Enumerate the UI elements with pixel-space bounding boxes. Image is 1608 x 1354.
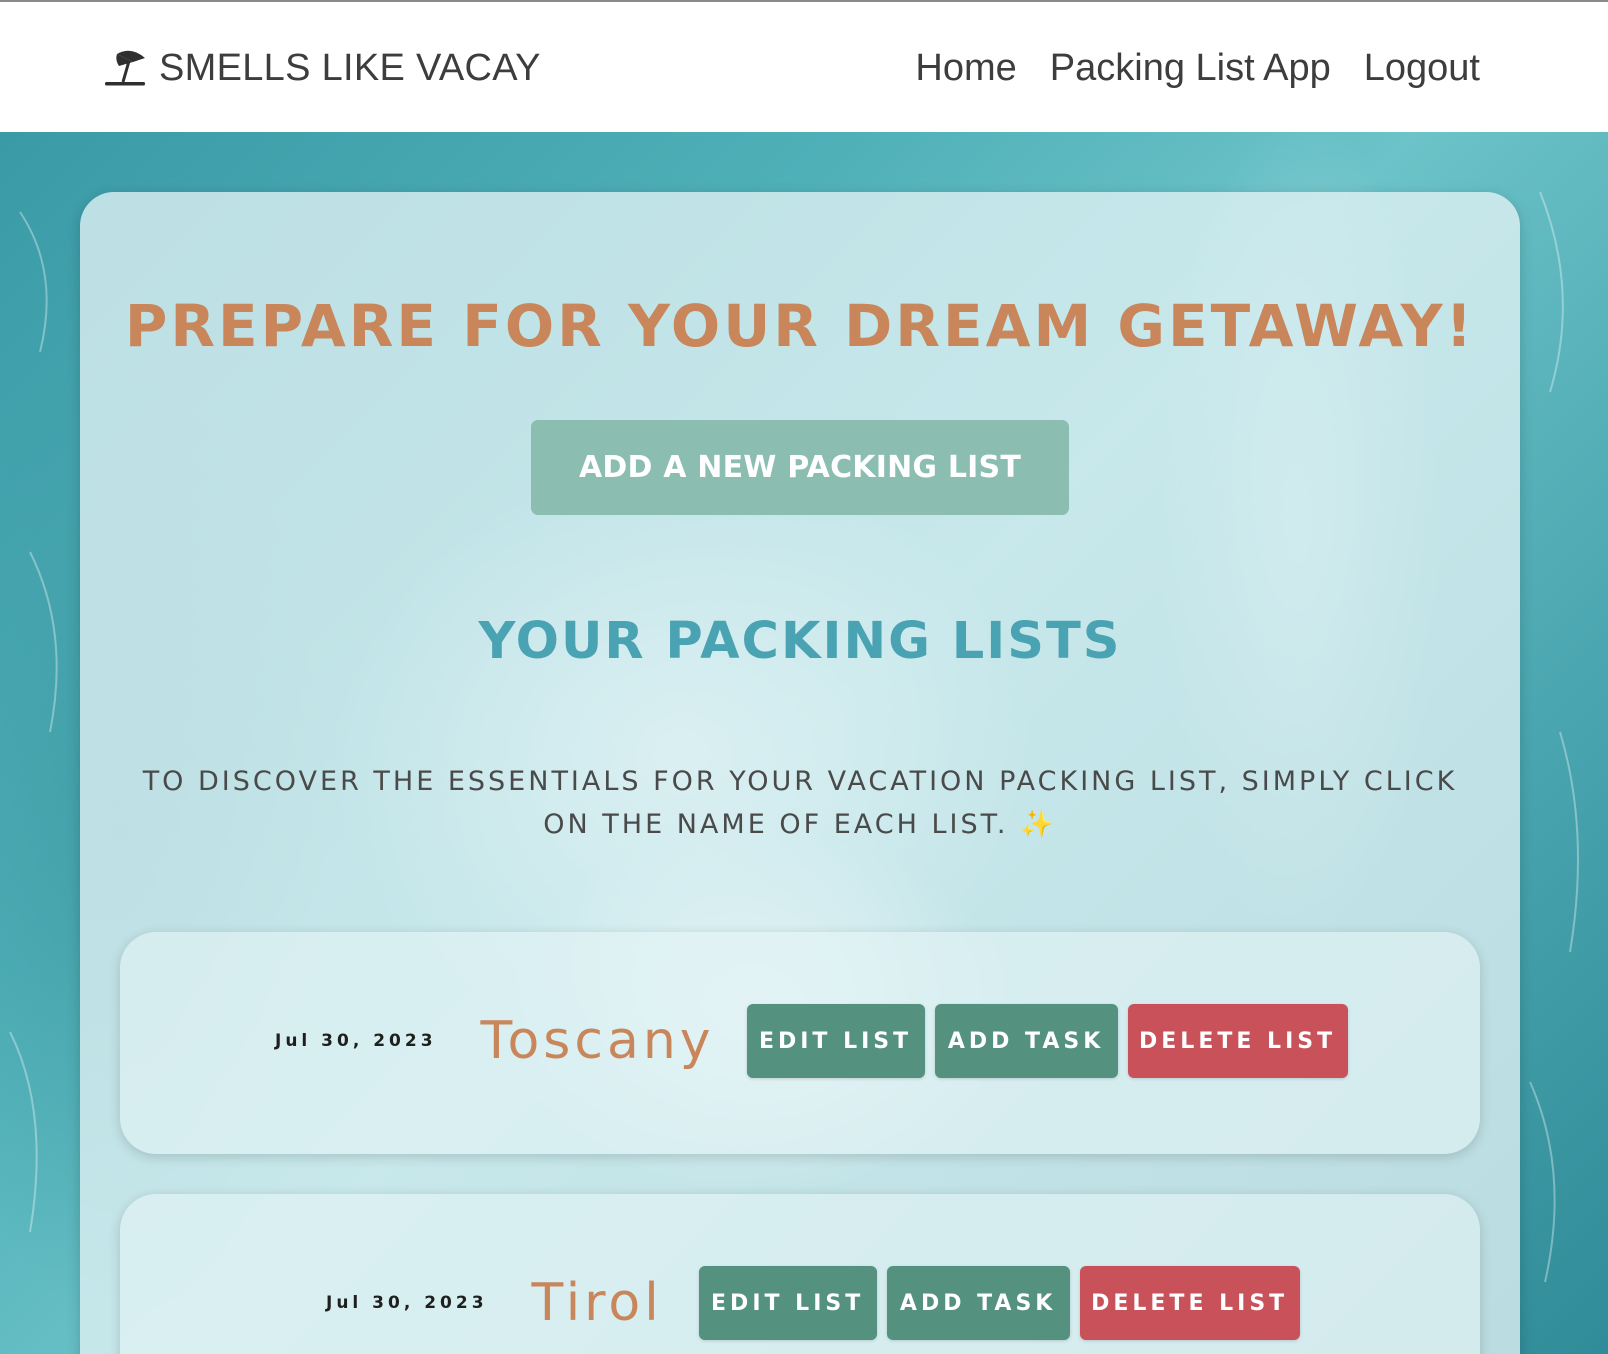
list-card: Jul 30, 2023 Tirol EDIT LIST ADD TASK DE… xyxy=(120,1194,1480,1354)
navbar: SMELLS LIKE VACAY Home Packing List App … xyxy=(0,2,1608,132)
nav-logout-link[interactable]: Logout xyxy=(1364,47,1480,90)
edit-list-button[interactable]: EDIT LIST xyxy=(746,1004,925,1078)
delete-list-button[interactable]: DELETE LIST xyxy=(1127,1004,1348,1078)
list-name-link[interactable]: Toscany xyxy=(481,1011,715,1071)
page-title: PREPARE FOR YOUR DREAM GETAWAY! xyxy=(124,292,1476,360)
beach-umbrella-icon xyxy=(105,50,145,86)
delete-list-button[interactable]: DELETE LIST xyxy=(1079,1266,1300,1340)
list-date: Jul 30, 2023 xyxy=(326,1293,488,1313)
add-task-button[interactable]: ADD TASK xyxy=(934,1004,1118,1078)
instructions-text: TO DISCOVER THE ESSENTIALS FOR YOUR VACA… xyxy=(142,766,1458,840)
nav-packing-list-app-link[interactable]: Packing List App xyxy=(1050,47,1331,90)
section-title: YOUR PACKING LISTS xyxy=(478,612,1122,671)
nav-links: Home Packing List App Logout xyxy=(915,46,1480,90)
list-card: Jul 30, 2023 Toscany EDIT LIST ADD TASK … xyxy=(120,932,1480,1154)
list-date: Jul 30, 2023 xyxy=(275,1031,437,1051)
brand-link[interactable]: SMELLS LIKE VACAY xyxy=(103,46,541,90)
brand-name: SMELLS LIKE VACAY xyxy=(159,46,541,89)
edit-list-button[interactable]: EDIT LIST xyxy=(698,1266,877,1340)
add-task-button[interactable]: ADD TASK xyxy=(886,1266,1070,1340)
list-row: Jul 30, 2023 Toscany EDIT LIST ADD TASK … xyxy=(120,1004,1480,1078)
add-new-packing-list-button[interactable]: ADD A NEW PACKING LIST xyxy=(531,420,1069,515)
nav-home-link[interactable]: Home xyxy=(915,47,1016,90)
list-name-link[interactable]: Tirol xyxy=(532,1273,663,1333)
list-row: Jul 30, 2023 Tirol EDIT LIST ADD TASK DE… xyxy=(120,1266,1480,1340)
